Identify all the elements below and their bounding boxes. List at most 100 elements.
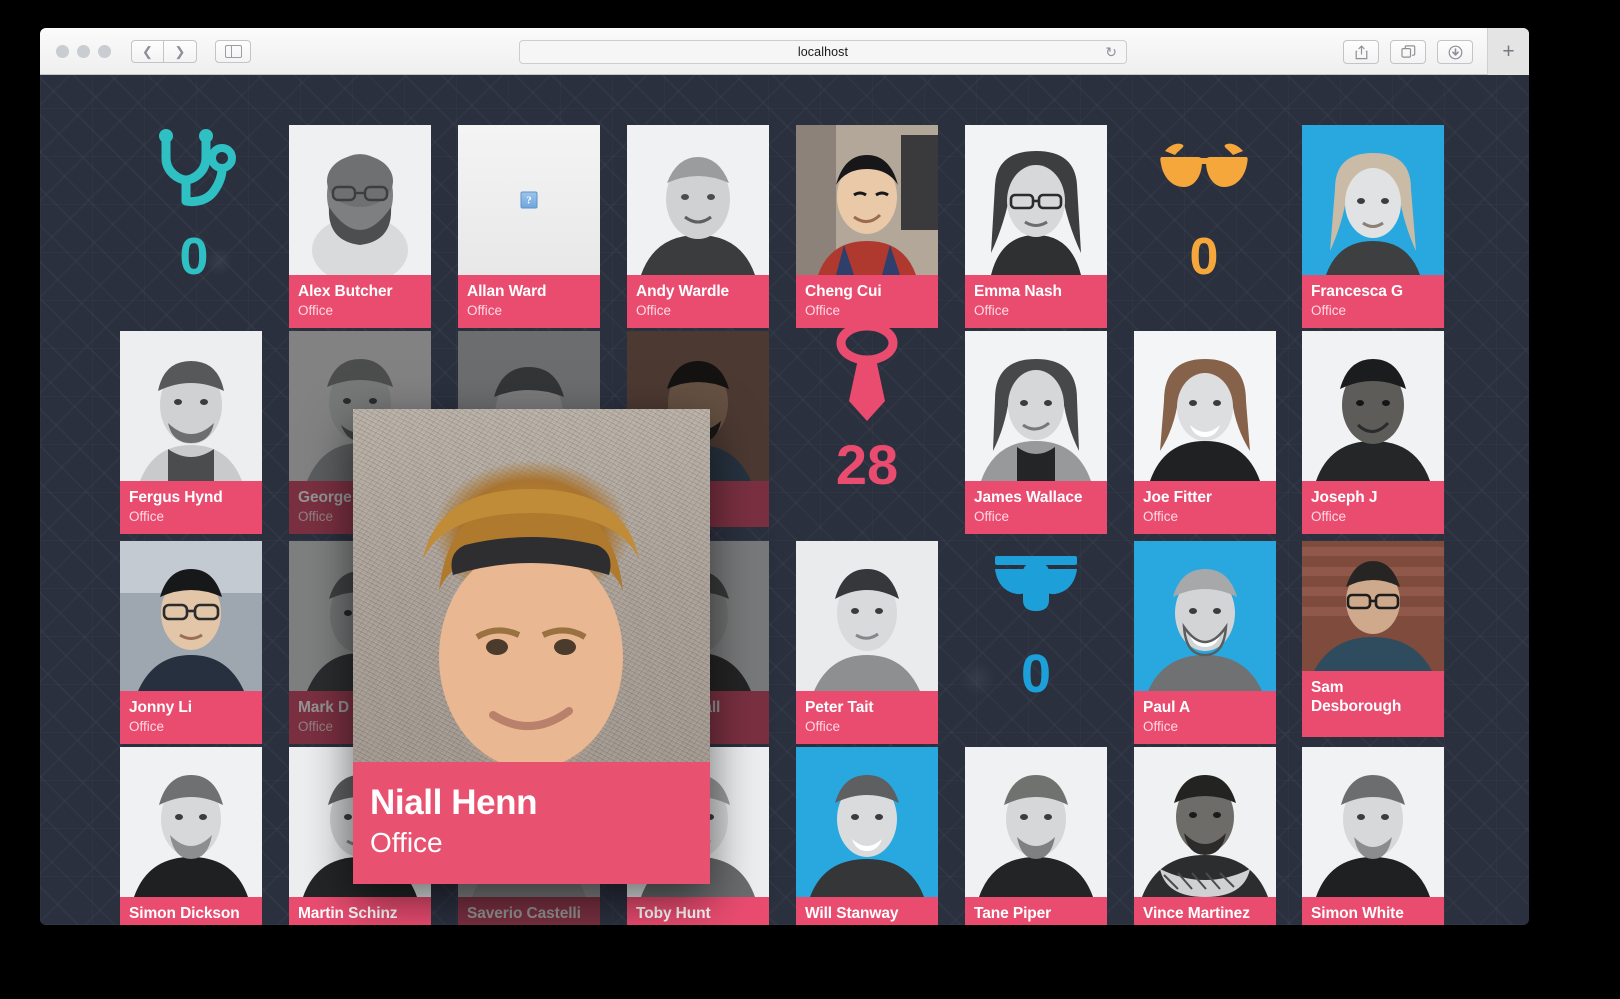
card-name: Simon Dickson	[129, 905, 240, 922]
card-sub: Office	[805, 924, 929, 925]
card-label: Simon Dickson Office	[120, 897, 262, 925]
staff-card-peter-tait[interactable]: Peter Tait Office	[796, 541, 938, 744]
avatar: ?	[458, 125, 600, 275]
card-sub: Office	[467, 924, 591, 925]
popup-sub: Office	[370, 827, 443, 858]
stat-count-sunglasses: 0	[1189, 228, 1219, 286]
avatar	[1134, 541, 1276, 691]
avatar	[796, 747, 938, 897]
share-icon[interactable]	[1343, 40, 1379, 64]
card-name: Tane Piper	[974, 905, 1052, 922]
back-chevron-icon[interactable]: ❮	[131, 39, 164, 63]
card-label: Toby Hunt Office	[627, 897, 769, 925]
avatar	[627, 125, 769, 275]
staff-card-joseph-j[interactable]: Joseph J Office	[1302, 331, 1444, 534]
card-sub: Office	[1143, 924, 1267, 925]
downloads-icon[interactable]	[1437, 40, 1473, 64]
avatar	[965, 125, 1107, 275]
staff-card-fergus-hynd[interactable]: Fergus Hynd Office	[120, 331, 262, 534]
card-name: Francesca G	[1311, 283, 1403, 300]
sunglasses-icon	[1157, 125, 1251, 217]
staff-card-will-stanway[interactable]: Will Stanway Office	[796, 747, 938, 925]
sidebar-glyph	[224, 44, 242, 58]
card-label: Will Stanway Office	[796, 897, 938, 925]
maximize-window-button[interactable]	[98, 44, 111, 58]
staff-card-james-wallace[interactable]: James Wallace Office	[965, 331, 1107, 534]
staff-card-emma-nash[interactable]: Emma Nash Office	[965, 125, 1107, 328]
card-sub: Office	[129, 509, 165, 524]
card-label: Tane Piper Office	[965, 897, 1107, 925]
staff-card-alex-butcher[interactable]: Alex Butcher Office	[289, 125, 431, 328]
navigation-buttons[interactable]: ❮ ❯	[131, 39, 197, 63]
stat-count-tie: 28	[835, 433, 899, 496]
stethoscope-icon	[152, 125, 236, 217]
toolbar-right-buttons[interactable]	[1343, 40, 1473, 64]
card-name: Will Stanway	[805, 905, 899, 922]
card-label: Francesca G Office	[1302, 275, 1444, 328]
stat-tile-sunglasses: 0	[1133, 125, 1275, 283]
card-label: Emma Nash Office	[965, 275, 1107, 328]
popup-name: Niall Henn	[370, 783, 538, 822]
card-sub: Office	[467, 303, 503, 318]
staff-card-vince-martinez[interactable]: Vince Martinez Office	[1134, 747, 1276, 925]
card-sub: Office	[1143, 509, 1179, 524]
avatar	[1134, 331, 1276, 481]
staff-card-tane-piper[interactable]: Tane Piper Office	[965, 747, 1107, 925]
staff-card-andy-wardle[interactable]: Andy Wardle Office	[627, 125, 769, 328]
staff-detail-popup[interactable]: Niall Henn Office	[353, 409, 710, 884]
card-label: Cheng Cui Office	[796, 275, 938, 328]
card-sub: Office	[1311, 924, 1435, 925]
staff-card-allan-ward[interactable]: ? Allan Ward Office	[458, 125, 600, 328]
card-name: Martin Schinz	[298, 905, 398, 922]
staff-card-paul-a[interactable]: Paul A Office	[1134, 541, 1276, 744]
avatar	[1302, 747, 1444, 897]
card-name: Cheng Cui	[805, 283, 882, 300]
card-name: Fergus Hynd	[129, 489, 223, 506]
forward-chevron-icon[interactable]: ❯	[164, 39, 197, 63]
show-tabs-icon[interactable]	[1390, 40, 1426, 64]
avatar	[120, 747, 262, 897]
close-window-button[interactable]	[56, 44, 69, 58]
stat-count-underwear: 0	[1020, 644, 1052, 704]
url-text: localhost	[797, 45, 849, 59]
browser-toolbar: ❮ ❯ localhost ↻ +	[40, 28, 1529, 75]
minimize-window-button[interactable]	[77, 44, 90, 58]
staff-card-cheng-cui[interactable]: Cheng Cui Office	[796, 125, 938, 328]
card-name: Toby Hunt	[636, 905, 711, 922]
card-label: Peter Tait Office	[796, 691, 938, 744]
card-name: Allan Ward	[467, 283, 547, 300]
card-label: Fergus Hynd Office	[120, 481, 262, 534]
stat-tile-tie: 28	[796, 321, 938, 496]
avatar	[120, 541, 262, 691]
reload-icon[interactable]: ↻	[1105, 44, 1117, 61]
new-tab-button[interactable]: +	[1487, 28, 1529, 75]
avatar	[120, 331, 262, 481]
card-label: Joseph J Office	[1302, 481, 1444, 534]
stat-count-stethoscope: 0	[179, 228, 209, 286]
window-controls[interactable]	[56, 44, 111, 58]
staff-card-simon-white[interactable]: Simon White Office	[1302, 747, 1444, 925]
card-name: Vince Martinez	[1143, 905, 1250, 922]
card-name: Joe Fitter	[1143, 489, 1212, 506]
card-name: Simon White	[1311, 905, 1404, 922]
staff-card-jonny-li[interactable]: Jonny Li Office	[120, 541, 262, 744]
card-name: Andy Wardle	[636, 283, 730, 300]
browser-window: ❮ ❯ localhost ↻ + 0 0 28 0 Alex Butcher …	[40, 28, 1529, 925]
sidebar-icon[interactable]	[215, 39, 251, 63]
card-sub: Office	[1143, 719, 1179, 734]
card-name: Alex Butcher	[298, 283, 393, 300]
card-sub: Office	[974, 509, 1010, 524]
staff-card-simon-dickson[interactable]: Simon Dickson Office	[120, 747, 262, 925]
address-bar[interactable]: localhost ↻	[519, 40, 1127, 64]
staff-card-joe-fitter[interactable]: Joe Fitter Office	[1134, 331, 1276, 534]
card-sub: Office	[298, 924, 422, 925]
card-sub: Office	[805, 719, 841, 734]
staff-card-francesca-g[interactable]: Francesca G Office	[1302, 125, 1444, 328]
card-label: Andy Wardle Office	[627, 275, 769, 328]
staff-card-sam-desborough[interactable]: Sam Desborough	[1302, 541, 1444, 737]
underwear-icon	[991, 541, 1081, 633]
card-label: Paul A Office	[1134, 691, 1276, 744]
tie-icon	[829, 321, 905, 423]
card-name: Peter Tait	[805, 699, 874, 716]
card-sub: Office	[298, 303, 334, 318]
